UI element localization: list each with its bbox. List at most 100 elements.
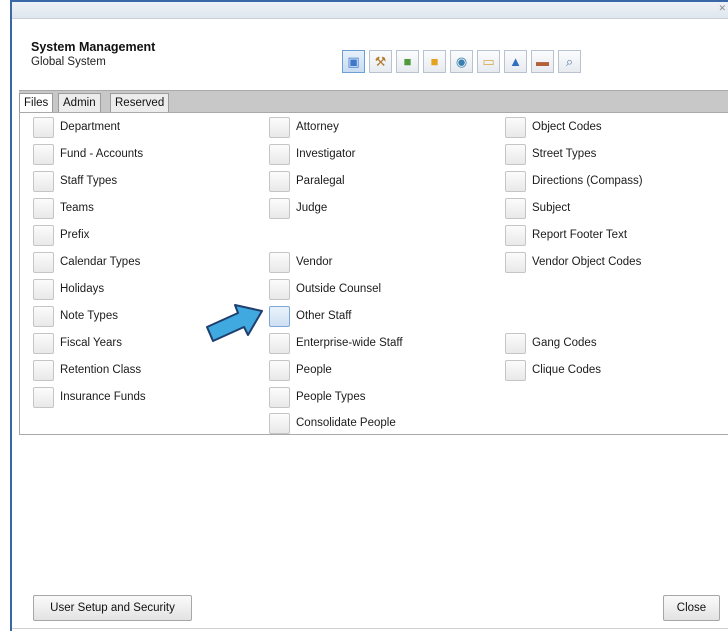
checkbox[interactable] bbox=[269, 251, 290, 273]
divider bbox=[12, 628, 728, 629]
checkbox[interactable] bbox=[33, 386, 54, 408]
list-item-report-footer-text[interactable]: Report Footer Text bbox=[505, 224, 627, 246]
list-item-prefix[interactable]: Prefix bbox=[33, 224, 89, 246]
header: System Management Global System ▣ ⚒ ■ ■ ◉ ▭ ▲ ▬… bbox=[12, 19, 728, 87]
item-label: Vendor bbox=[296, 256, 333, 268]
list-item-gang-codes[interactable]: Gang Codes bbox=[505, 332, 597, 354]
list-item-object-codes[interactable]: Object Codes bbox=[505, 116, 602, 138]
checkbox[interactable] bbox=[33, 332, 54, 354]
item-label: Enterprise-wide Staff bbox=[296, 337, 403, 349]
item-label: Attorney bbox=[296, 121, 339, 133]
list-item-judge[interactable]: Judge bbox=[269, 197, 327, 219]
list-item-subject[interactable]: Subject bbox=[505, 197, 570, 219]
item-label: People Types bbox=[296, 391, 366, 403]
checkbox[interactable] bbox=[505, 116, 526, 138]
checkbox[interactable] bbox=[505, 197, 526, 219]
checkbox[interactable] bbox=[33, 170, 54, 192]
gavel-icon[interactable]: ⚒ bbox=[369, 50, 392, 73]
people-icon[interactable]: ▭ bbox=[477, 50, 500, 73]
checkbox[interactable] bbox=[33, 224, 54, 246]
globe-icon[interactable]: ◉ bbox=[450, 50, 473, 73]
list-item-vendor-object-codes[interactable]: Vendor Object Codes bbox=[505, 251, 641, 273]
item-label: Consolidate People bbox=[296, 417, 396, 429]
checkbox[interactable] bbox=[505, 332, 526, 354]
item-label: Street Types bbox=[532, 148, 597, 160]
list-item-people-types[interactable]: People Types bbox=[269, 386, 365, 408]
item-label: Subject bbox=[532, 202, 571, 214]
checkbox[interactable] bbox=[33, 116, 54, 138]
search-document-icon[interactable]: ⌕ bbox=[558, 50, 581, 73]
checkbox[interactable] bbox=[505, 224, 526, 246]
list-item-department[interactable]: Department bbox=[33, 116, 120, 138]
item-label: Insurance Funds bbox=[60, 391, 146, 403]
list-item-retention-class[interactable]: Retention Class bbox=[33, 359, 141, 381]
checkbox[interactable] bbox=[33, 305, 54, 327]
list-item-consolidate-people[interactable]: Consolidate People bbox=[269, 412, 396, 434]
list-item-staff-types[interactable]: Staff Types bbox=[33, 170, 117, 192]
item-label: People bbox=[296, 364, 332, 376]
folder-icon[interactable]: ■ bbox=[423, 50, 446, 73]
pointer-arrow-icon bbox=[206, 304, 263, 342]
tab-reserved[interactable]: Reserved bbox=[110, 93, 170, 112]
checkbox[interactable] bbox=[505, 359, 526, 381]
user-setup-security-button[interactable]: User Setup and Security bbox=[33, 595, 192, 621]
page-subtitle: Global System bbox=[31, 56, 106, 68]
book-icon[interactable]: ■ bbox=[396, 50, 419, 73]
handshake-icon[interactable]: ▬ bbox=[531, 50, 554, 73]
tab-admin[interactable]: Admin bbox=[58, 93, 101, 112]
checkbox[interactable] bbox=[505, 251, 526, 273]
list-item-outside-counsel[interactable]: Outside Counsel bbox=[269, 278, 381, 300]
item-label: Paralegal bbox=[296, 175, 345, 187]
checkbox[interactable] bbox=[33, 278, 54, 300]
checkbox[interactable] bbox=[269, 278, 290, 300]
checkbox[interactable] bbox=[269, 116, 290, 138]
list-item-vendor[interactable]: Vendor bbox=[269, 251, 332, 273]
checkbox[interactable] bbox=[269, 386, 290, 408]
list-item-clique-codes[interactable]: Clique Codes bbox=[505, 359, 601, 381]
list-item-attorney[interactable]: Attorney bbox=[269, 116, 339, 138]
list-item-other-staff[interactable]: Other Staff bbox=[269, 305, 351, 327]
checkbox[interactable] bbox=[33, 143, 54, 165]
tab-strip: Files Admin Reserved bbox=[19, 90, 728, 113]
list-item-people[interactable]: People bbox=[269, 359, 332, 381]
checkbox[interactable] bbox=[269, 197, 290, 219]
system-icon[interactable]: ▣ bbox=[342, 50, 365, 73]
checkbox[interactable] bbox=[33, 359, 54, 381]
list-item-enterprise-wide-staff[interactable]: Enterprise-wide Staff bbox=[269, 332, 403, 354]
list-item-paralegal[interactable]: Paralegal bbox=[269, 170, 345, 192]
item-label: Holidays bbox=[60, 283, 105, 295]
item-label: Fiscal Years bbox=[60, 337, 123, 349]
tab-files[interactable]: Files bbox=[19, 93, 54, 113]
list-item-holidays[interactable]: Holidays bbox=[33, 278, 104, 300]
checkbox[interactable] bbox=[505, 170, 526, 192]
item-label: Other Staff bbox=[296, 310, 352, 322]
item-label: Directions (Compass) bbox=[532, 175, 643, 187]
list-item-teams[interactable]: Teams bbox=[33, 197, 94, 219]
list-item-fund-accounts[interactable]: Fund - Accounts bbox=[33, 143, 143, 165]
checkbox[interactable] bbox=[269, 359, 290, 381]
checkbox[interactable] bbox=[33, 251, 54, 273]
item-label: Teams bbox=[60, 202, 94, 214]
window-close-icon[interactable]: ✕ bbox=[718, 3, 726, 14]
list-item-fiscal-years[interactable]: Fiscal Years bbox=[33, 332, 122, 354]
list-item-directions-compass[interactable]: Directions (Compass) bbox=[505, 170, 643, 192]
checkbox[interactable] bbox=[269, 412, 290, 434]
checkbox[interactable] bbox=[33, 197, 54, 219]
page-title: System Management bbox=[31, 40, 156, 54]
close-button[interactable]: Close bbox=[663, 595, 720, 621]
module-toolbar: ▣ ⚒ ■ ■ ◉ ▭ ▲ ▬ ⌕ bbox=[342, 50, 581, 73]
files-panel: Department Fund - Accounts Staff Types T… bbox=[19, 112, 728, 435]
checkbox[interactable] bbox=[269, 332, 290, 354]
list-item-note-types[interactable]: Note Types bbox=[33, 305, 118, 327]
list-item-street-types[interactable]: Street Types bbox=[505, 143, 596, 165]
lock-icon[interactable]: ▲ bbox=[504, 50, 527, 73]
item-label: Clique Codes bbox=[532, 364, 602, 376]
checkbox[interactable] bbox=[269, 305, 290, 327]
item-label: Fund - Accounts bbox=[60, 148, 144, 160]
checkbox[interactable] bbox=[269, 143, 290, 165]
list-item-investigator[interactable]: Investigator bbox=[269, 143, 355, 165]
list-item-insurance-funds[interactable]: Insurance Funds bbox=[33, 386, 146, 408]
checkbox[interactable] bbox=[269, 170, 290, 192]
checkbox[interactable] bbox=[505, 143, 526, 165]
list-item-calendar-types[interactable]: Calendar Types bbox=[33, 251, 140, 273]
